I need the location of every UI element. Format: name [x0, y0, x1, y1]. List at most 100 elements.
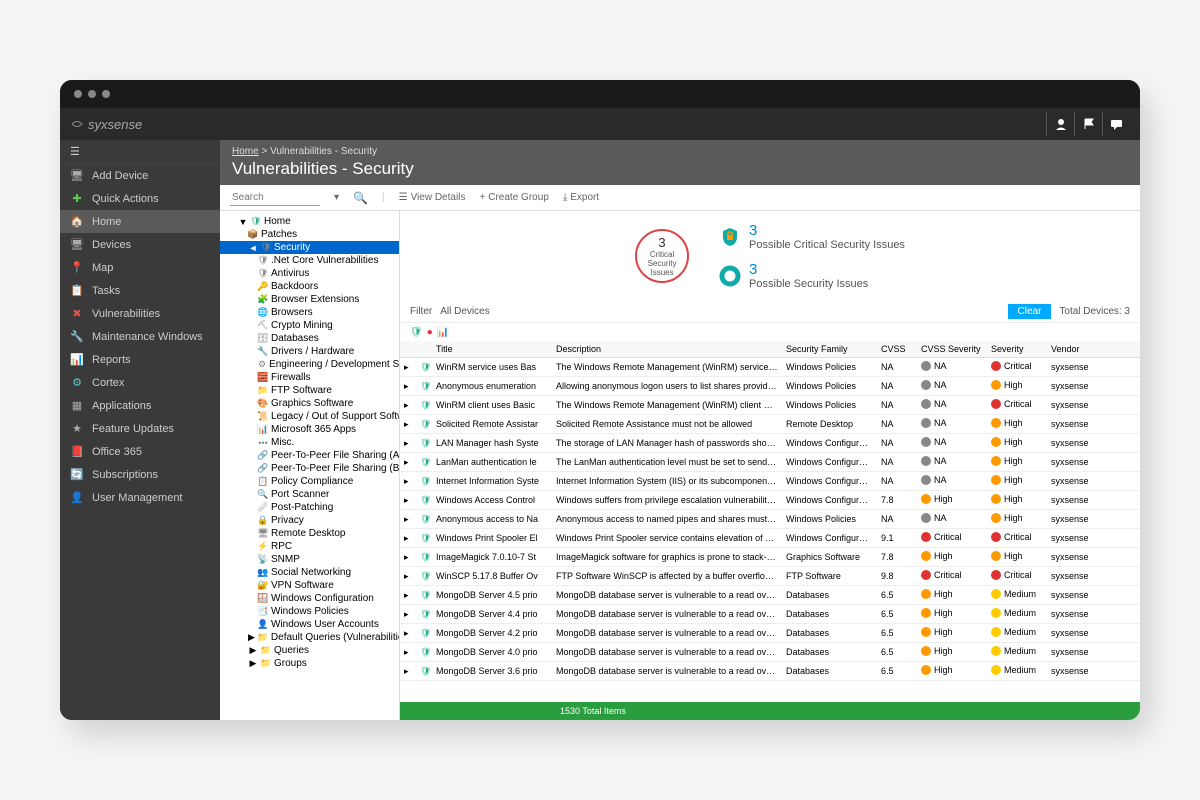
column-header[interactable]: CVSS	[877, 341, 917, 357]
expand-icon[interactable]: ▸	[400, 454, 416, 471]
search-input[interactable]	[230, 190, 320, 206]
expand-icon[interactable]: ▸	[400, 644, 416, 661]
tree-node[interactable]: 📜Legacy / Out of Support Softwa	[220, 410, 399, 423]
expand-icon[interactable]: ▸	[400, 606, 416, 623]
tree-node[interactable]: 🛡.Net Core Vulnerabilities	[220, 254, 399, 267]
table-row[interactable]: ▸🛡WinSCP 5.17.8 Buffer OvFTP Software Wi…	[400, 567, 1140, 586]
tree-node[interactable]: 🧱Firewalls	[220, 371, 399, 384]
sidebar-item-cortex[interactable]: ⚙Cortex	[60, 371, 220, 394]
expand-icon[interactable]: ▸	[400, 511, 416, 528]
create-group-button[interactable]: + Create Group	[479, 192, 548, 203]
tree-node[interactable]: 📡SNMP	[220, 553, 399, 566]
expand-icon[interactable]: ▸	[400, 359, 416, 376]
table-row[interactable]: ▸🛡Windows Print Spooler ElWindows Print …	[400, 529, 1140, 548]
dropdown-icon[interactable]: ▾	[334, 192, 339, 203]
expand-icon[interactable]: ▸	[400, 549, 416, 566]
tree-node[interactable]: ⚡RPC	[220, 540, 399, 553]
column-header[interactable]: Title	[432, 341, 552, 357]
column-header[interactable]: Vendor	[1047, 341, 1102, 357]
table-row[interactable]: ▸🛡Anonymous access to NaAnonymous access…	[400, 510, 1140, 529]
filter-value[interactable]: All Devices	[440, 306, 489, 317]
view-details-button[interactable]: ☰ View Details	[399, 192, 466, 203]
tree-node[interactable]: 🌐Browsers	[220, 306, 399, 319]
table-row[interactable]: ▸🛡Anonymous enumerationAllowing anonymou…	[400, 377, 1140, 396]
sidebar-item-reports[interactable]: 📊Reports	[60, 348, 220, 371]
chat-icon[interactable]	[1102, 112, 1130, 136]
table-row[interactable]: ▸🛡MongoDB Server 4.2 prioMongoDB databas…	[400, 624, 1140, 643]
column-header[interactable]: CVSS Severity	[917, 341, 987, 357]
tree-node[interactable]: ▶📁Groups	[220, 657, 399, 670]
tree-node[interactable]: 🩹Post-Patching	[220, 501, 399, 514]
tree-node[interactable]: 🔗Peer-To-Peer File Sharing (Ap	[220, 449, 399, 462]
clear-button[interactable]: Clear	[1008, 304, 1052, 319]
sidebar-item-home[interactable]: 🏠Home	[60, 210, 220, 233]
tree-node[interactable]: 👤Windows User Accounts	[220, 618, 399, 631]
expand-icon[interactable]: ▸	[400, 473, 416, 490]
tree-node[interactable]: 🖥Remote Desktop	[220, 527, 399, 540]
tree-node[interactable]: 🔒Privacy	[220, 514, 399, 527]
tree-node[interactable]: ▶📁Queries	[220, 644, 399, 657]
table-row[interactable]: ▸🛡MongoDB Server 4.4 prioMongoDB databas…	[400, 605, 1140, 624]
tree-node[interactable]: 🛡Antivirus	[220, 267, 399, 280]
table-row[interactable]: ▸🛡MongoDB Server 4.5 prioMongoDB databas…	[400, 586, 1140, 605]
tree-node[interactable]: 🔑Backdoors	[220, 280, 399, 293]
sidebar-item-quick-actions[interactable]: ✚Quick Actions	[60, 187, 220, 210]
expand-icon[interactable]: ▼	[238, 217, 248, 227]
table-row[interactable]: ▸🛡WinRM client uses BasicThe Windows Rem…	[400, 396, 1140, 415]
sidebar-item-feature-updates[interactable]: ★Feature Updates	[60, 417, 220, 440]
column-header[interactable]	[400, 341, 416, 357]
export-button[interactable]: ⤓ Export	[563, 192, 599, 203]
tree-node[interactable]: ▶📁Default Queries (Vulnerabilities)	[220, 631, 399, 644]
table-row[interactable]: ▸🛡Windows Access ControlWindows suffers …	[400, 491, 1140, 510]
breadcrumb-home[interactable]: Home	[232, 146, 259, 157]
column-header[interactable]: Security Family	[782, 341, 877, 357]
expand-icon[interactable]: ▸	[400, 416, 416, 433]
tree-node[interactable]: 📁FTP Software	[220, 384, 399, 397]
tree-node[interactable]: 🔍Port Scanner	[220, 488, 399, 501]
table-row[interactable]: ▸🛡MongoDB Server 4.0 prioMongoDB databas…	[400, 643, 1140, 662]
sidebar-item-user-management[interactable]: 👤User Management	[60, 486, 220, 509]
table-row[interactable]: ▸🛡LAN Manager hash SysteThe storage of L…	[400, 434, 1140, 453]
tree-node[interactable]: 🔗Peer-To-Peer File Sharing (Bin	[220, 462, 399, 475]
expand-icon[interactable]: ▸	[400, 587, 416, 604]
expand-icon[interactable]: ▸	[400, 568, 416, 585]
sidebar-item-devices[interactable]: 🖥Devices	[60, 233, 220, 256]
table-row[interactable]: ▸🛡ImageMagick 7.0.10-7 StImageMagick sof…	[400, 548, 1140, 567]
sidebar-item-subscriptions[interactable]: 🔄Subscriptions	[60, 463, 220, 486]
sidebar-item-maintenance-windows[interactable]: 🔧Maintenance Windows	[60, 325, 220, 348]
expand-icon[interactable]: ▶	[248, 633, 255, 643]
sidebar-item-applications[interactable]: ▦Applications	[60, 394, 220, 417]
table-row[interactable]: ▸🛡MongoDB Server 3.6 prioMongoDB databas…	[400, 662, 1140, 681]
expand-icon[interactable]: ▸	[400, 397, 416, 414]
table-row[interactable]: ▸🛡Solicited Remote AssistarSolicited Rem…	[400, 415, 1140, 434]
expand-icon[interactable]: ▸	[400, 625, 416, 642]
tree-node[interactable]: 📑Windows Policies	[220, 605, 399, 618]
sidebar-item-tasks[interactable]: 📋Tasks	[60, 279, 220, 302]
tree-node[interactable]: 🗄Databases	[220, 332, 399, 345]
table-row[interactable]: ▸🛡Internet Information SysteInternet Inf…	[400, 472, 1140, 491]
table-row[interactable]: ▸🛡LanMan authentication leThe LanMan aut…	[400, 453, 1140, 472]
tree-node[interactable]: 📊Microsoft 365 Apps	[220, 423, 399, 436]
tree-node[interactable]: ⚙Engineering / Development So	[220, 358, 399, 371]
expand-icon[interactable]: ▸	[400, 435, 416, 452]
tree-node[interactable]: ⛏Crypto Mining	[220, 319, 399, 332]
table-row[interactable]: ▸🛡WinRM service uses BasThe Windows Remo…	[400, 358, 1140, 377]
tree-node[interactable]: 👥Social Networking	[220, 566, 399, 579]
sidebar-item-map[interactable]: 📍Map	[60, 256, 220, 279]
tree-node[interactable]: 🎨Graphics Software	[220, 397, 399, 410]
flag-icon[interactable]	[1074, 112, 1102, 136]
hamburger-icon[interactable]: ☰	[60, 140, 220, 164]
tree-node[interactable]: 📦Patches	[220, 228, 399, 241]
expand-icon[interactable]: ▸	[400, 530, 416, 547]
expand-icon[interactable]: ▶	[248, 659, 258, 669]
column-header[interactable]: Severity	[987, 341, 1047, 357]
search-icon[interactable]: 🔍	[353, 191, 368, 205]
expand-icon[interactable]: ▸	[400, 492, 416, 509]
tree-node[interactable]: 📋Policy Compliance	[220, 475, 399, 488]
user-icon[interactable]	[1046, 112, 1074, 136]
tree-node[interactable]: ◄🛡Security	[220, 241, 399, 254]
sidebar-item-vulnerabilities[interactable]: ✖Vulnerabilities	[60, 302, 220, 325]
tree-node[interactable]: 🔐VPN Software	[220, 579, 399, 592]
expand-icon[interactable]: ▶	[248, 646, 258, 656]
tree-node[interactable]: 🔧Drivers / Hardware	[220, 345, 399, 358]
